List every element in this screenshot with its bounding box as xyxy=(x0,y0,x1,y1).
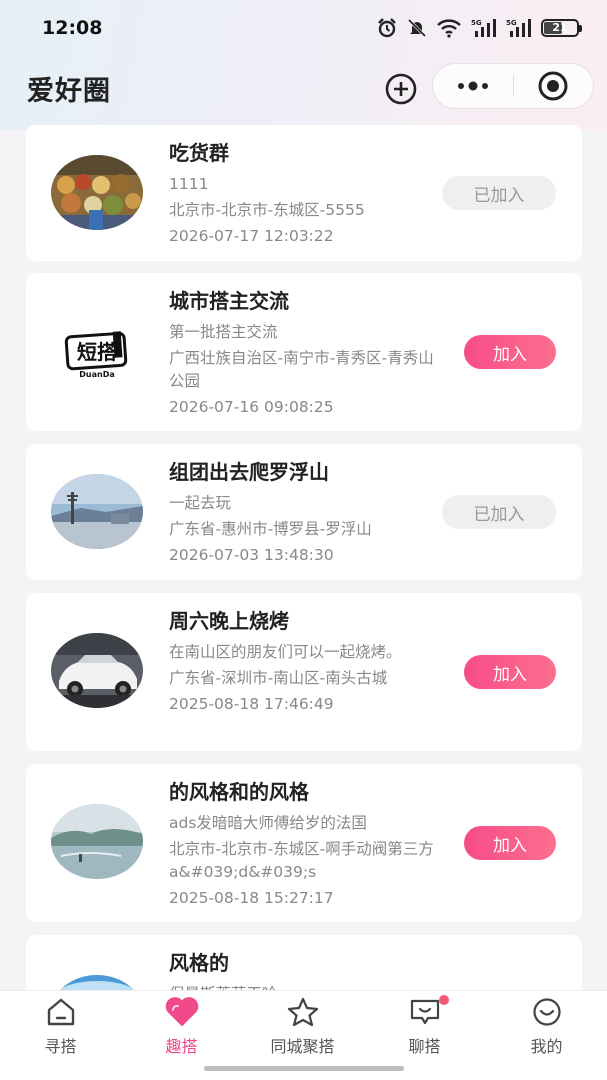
group-avatar xyxy=(51,633,143,708)
food-market-image xyxy=(51,155,143,230)
target-icon xyxy=(538,71,568,101)
group-time: 2025-08-18 15:27:17 xyxy=(169,889,334,907)
page-header: 爱好圈 xyxy=(0,58,607,118)
group-name: 周六晚上烧烤 xyxy=(169,609,289,633)
group-desc: 1111 xyxy=(169,175,209,193)
group-time: 2026-07-16 09:08:25 xyxy=(169,398,334,416)
battery-level: 21 xyxy=(552,21,568,34)
page-title: 爱好圈 xyxy=(27,75,111,107)
group-card[interactable]: 周六晚上烧烤 在南山区的朋友们可以一起烧烤。 广东省-深圳市-南山区-南头古城 … xyxy=(26,593,582,751)
group-address: 广西壮族自治区-南宁市-青秀区-青秀山公园 xyxy=(169,349,434,390)
group-card[interactable]: 的风格和的风格 ads发暗暗大师傅给岁的法国 北京市-北京市-东城区-啊手动阀第… xyxy=(26,764,582,922)
wifi-icon xyxy=(437,19,461,38)
tab-label: 寻搭 xyxy=(44,1037,77,1056)
group-desc: 在南山区的朋友们可以一起烧烤。 xyxy=(169,643,402,661)
tab-label: 我的 xyxy=(530,1037,563,1056)
alarm-icon xyxy=(378,18,396,38)
home-icon xyxy=(47,998,74,1026)
group-desc: 第一批搭主交流 xyxy=(169,323,278,341)
group-time: 2026-07-03 13:48:30 xyxy=(169,546,334,564)
joined-button[interactable]: 已加入 xyxy=(442,495,556,529)
heart-icon xyxy=(165,997,198,1026)
joined-button[interactable]: 已加入 xyxy=(442,176,556,210)
network-label: 5G xyxy=(506,19,517,27)
chat-icon xyxy=(410,999,439,1025)
group-name: 的风格和的风格 xyxy=(169,780,309,804)
tab-label: 聊搭 xyxy=(408,1037,441,1056)
logo-main-text: 短搭 xyxy=(77,340,118,364)
mini-program-capsule xyxy=(432,63,594,109)
join-button[interactable]: 加入 xyxy=(464,826,556,860)
group-time: 2026-07-17 12:03:22 xyxy=(169,227,334,245)
unread-badge xyxy=(438,995,449,1005)
group-card[interactable]: 组团出去爬罗浮山 一起去玩 广东省-惠州市-博罗县-罗浮山 2026-07-03… xyxy=(26,444,582,580)
group-time: 2025-08-18 17:46:49 xyxy=(169,695,334,713)
tab-tongcheng[interactable]: 同城聚搭 xyxy=(242,991,363,1059)
close-mini-program-button[interactable] xyxy=(514,64,594,108)
group-desc: ads发暗暗大师傅给岁的法国 xyxy=(169,814,367,832)
network-label: 5G xyxy=(471,19,482,27)
home-indicator xyxy=(204,1066,404,1071)
signal-5g-icon: 5G xyxy=(471,19,496,37)
group-address: 广东省-深圳市-南山区-南头古城 xyxy=(169,669,388,687)
duanda-logo-image: 短搭 DuanDa xyxy=(64,331,128,379)
status-icons: 5G 5G 21 xyxy=(376,18,582,38)
group-name: 风格的 xyxy=(169,951,229,975)
mute-bell-icon xyxy=(407,18,427,38)
group-avatar xyxy=(51,155,143,230)
tab-mine[interactable]: 我的 xyxy=(486,991,607,1059)
join-button[interactable]: 加入 xyxy=(464,655,556,689)
group-card[interactable]: 吃货群 1111 北京市-北京市-东城区-5555 2026-07-17 12:… xyxy=(26,125,582,261)
group-address: 广东省-惠州市-博罗县-罗浮山 xyxy=(169,520,372,538)
star-icon xyxy=(287,997,318,1027)
signal-5g-icon: 5G xyxy=(506,19,531,37)
add-circle-icon[interactable] xyxy=(384,72,418,106)
group-name: 城市搭主交流 xyxy=(169,289,289,313)
join-button[interactable]: 加入 xyxy=(464,335,556,369)
tab-label: 同城聚搭 xyxy=(270,1037,335,1056)
group-desc: 一起去玩 xyxy=(169,494,232,512)
tab-label: 趣搭 xyxy=(165,1037,198,1056)
group-card[interactable]: 短搭 DuanDa 城市搭主交流 第一批搭主交流 广西壮族自治区-南宁市-青秀区… xyxy=(26,273,582,431)
group-name: 吃货群 xyxy=(169,141,229,165)
group-address: 北京市-北京市-东城区-啊手动阀第三方a&#039;d&#039;s xyxy=(169,840,434,881)
tab-liaoda[interactable]: 聊搭 xyxy=(364,991,485,1059)
smile-icon xyxy=(532,998,561,1026)
group-name: 组团出去爬罗浮山 xyxy=(169,460,329,484)
lake-painting-image xyxy=(51,804,143,879)
more-dots-icon xyxy=(457,81,488,91)
group-avatar: 短搭 DuanDa xyxy=(51,315,143,390)
mountain-view-image xyxy=(51,474,143,549)
group-address: 北京市-北京市-东城区-5555 xyxy=(169,201,365,219)
status-bar: 12:08 5G 5G 21 xyxy=(0,0,607,56)
group-avatar xyxy=(51,474,143,549)
status-time: 12:08 xyxy=(42,17,103,39)
tab-quda[interactable]: 趣搭 xyxy=(121,991,242,1059)
tab-xunda[interactable]: 寻搭 xyxy=(0,991,121,1059)
more-menu-button[interactable] xyxy=(433,64,513,108)
logo-sub-text: DuanDa xyxy=(79,370,114,379)
group-avatar xyxy=(51,804,143,879)
battery-icon: 21 xyxy=(541,19,582,37)
car-image xyxy=(51,633,143,708)
